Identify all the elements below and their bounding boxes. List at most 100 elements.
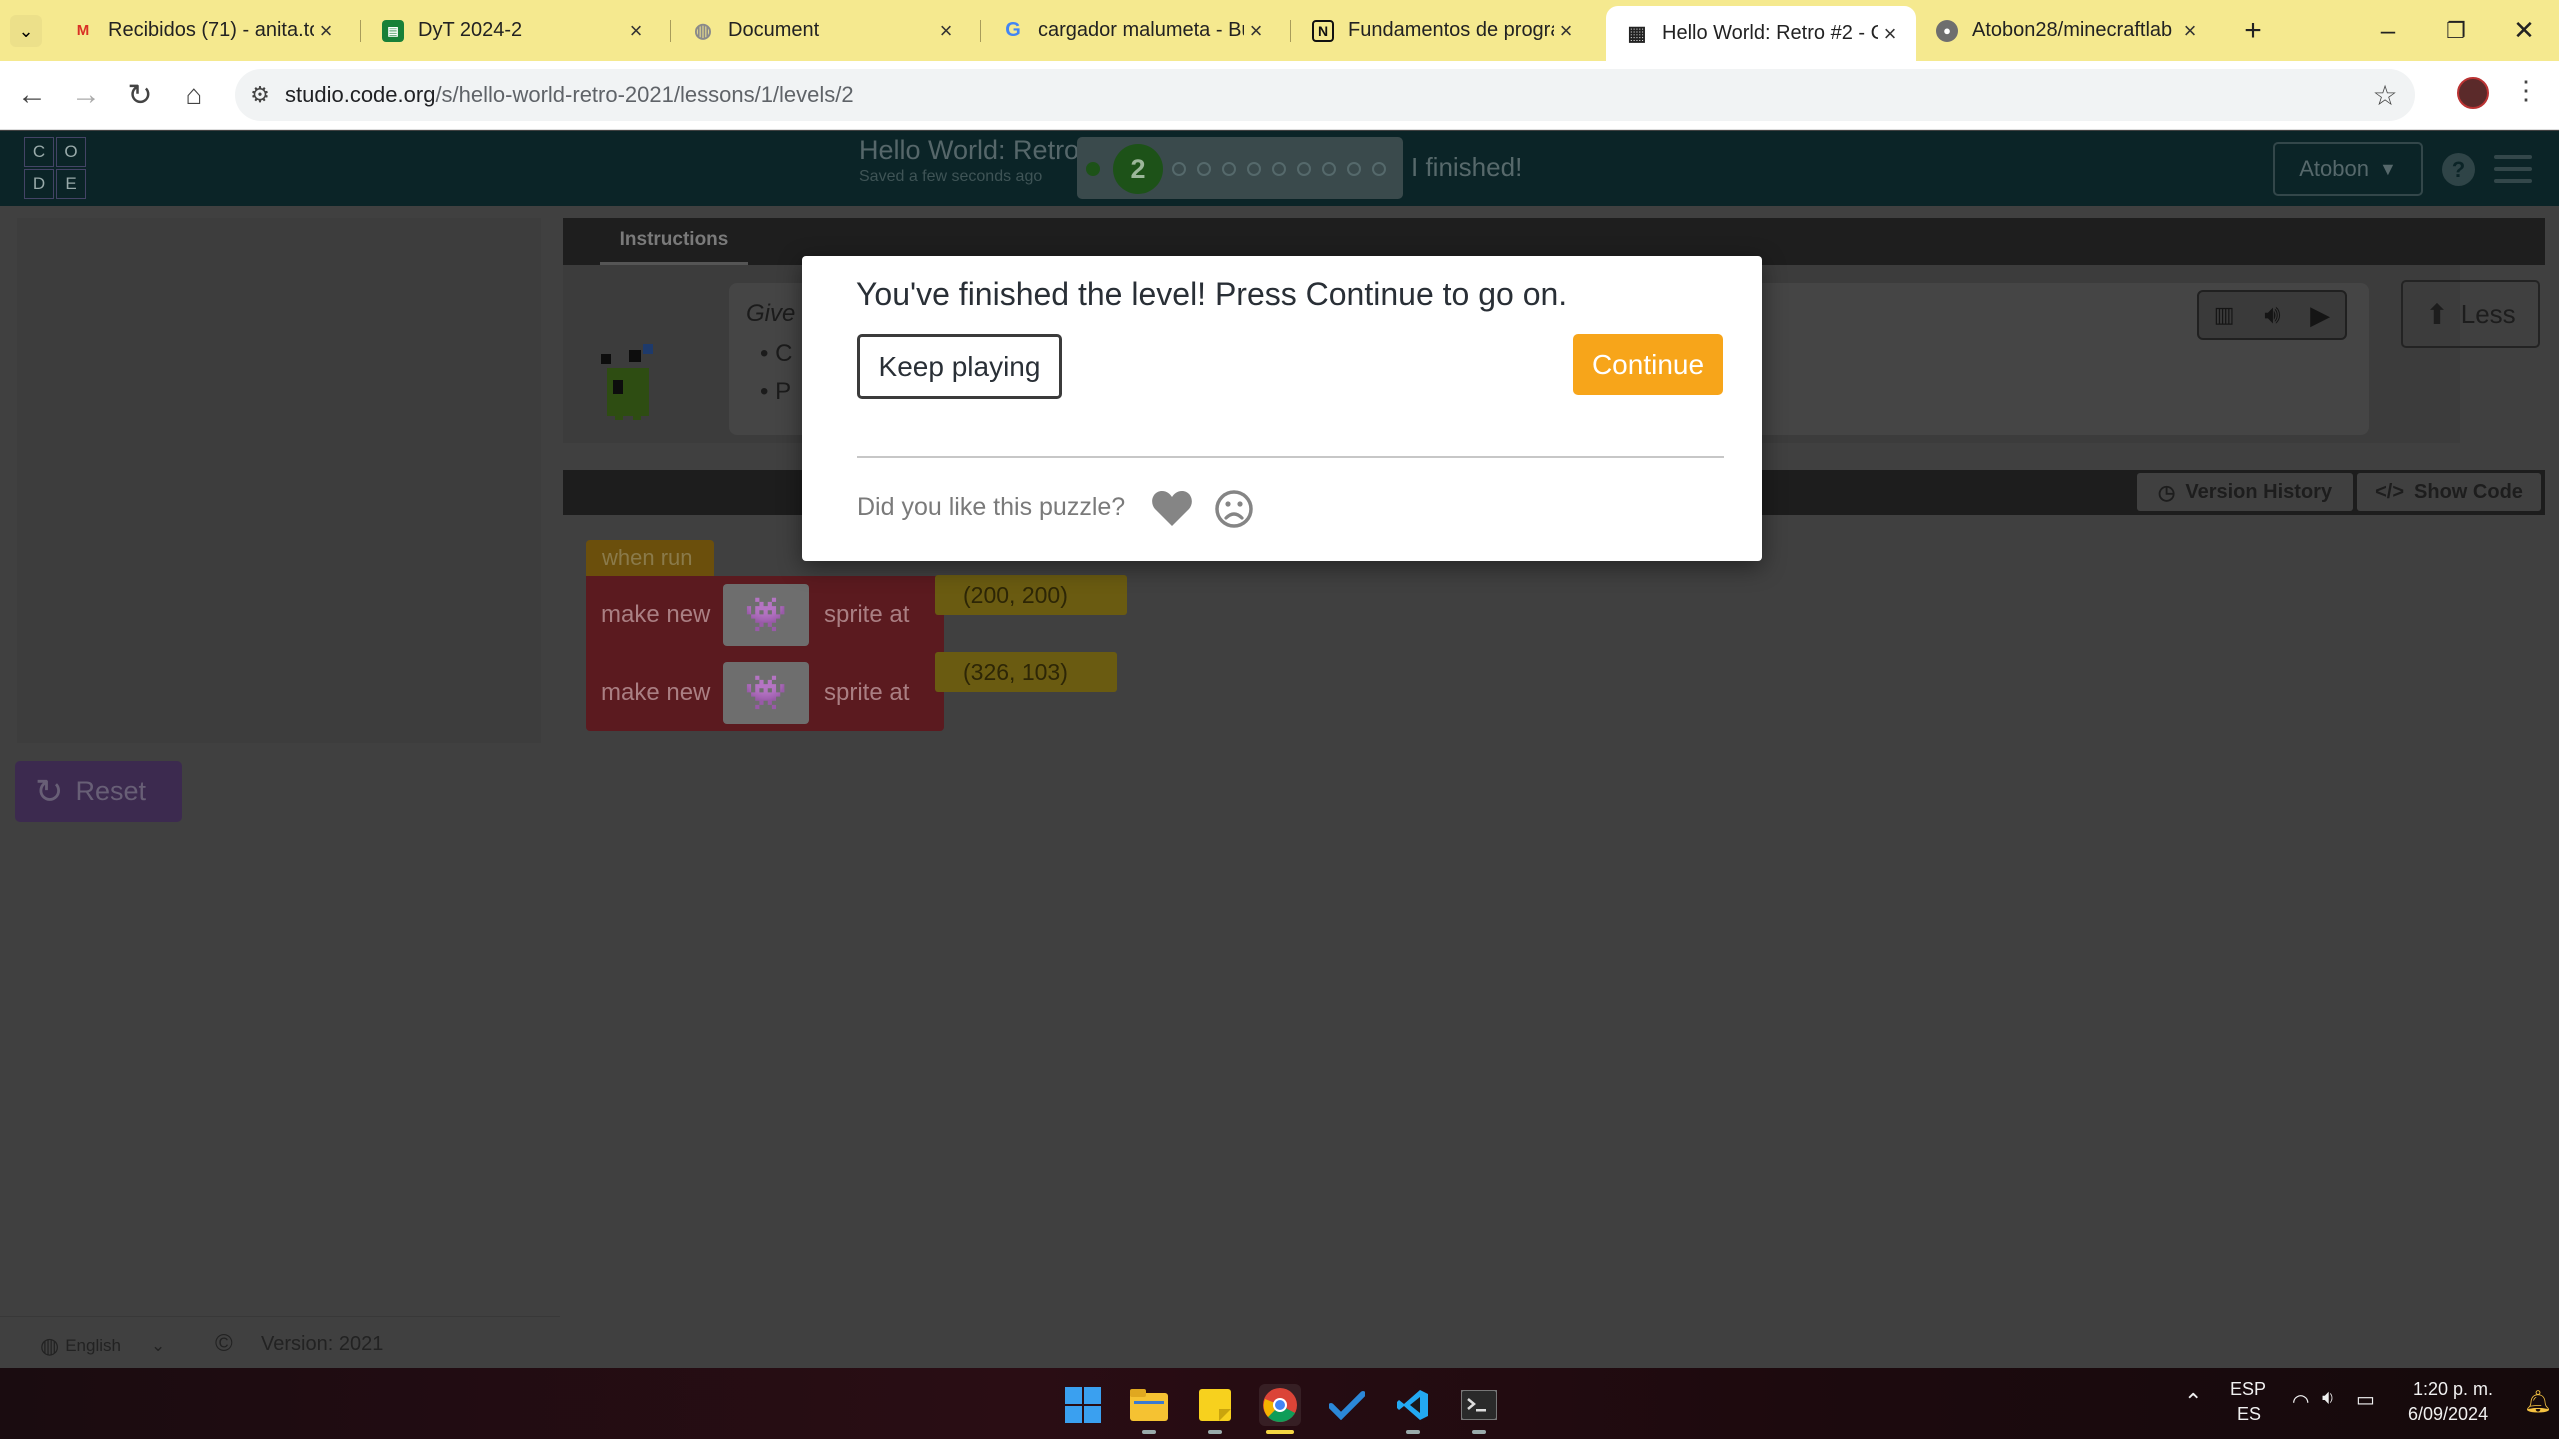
level-dot[interactable]: [1247, 162, 1261, 176]
code-org-icon: ▦: [1627, 23, 1647, 45]
address-bar[interactable]: ⚙ studio.code.org/s/hello-world-retro-20…: [235, 69, 2415, 121]
url-text[interactable]: studio.code.org/s/hello-world-retro-2021…: [285, 82, 2355, 108]
home-button[interactable]: ⌂: [174, 75, 214, 115]
level-dot[interactable]: [1172, 162, 1186, 176]
saved-status: Saved a few seconds ago: [859, 168, 1043, 185]
code-org-logo[interactable]: C O D E: [24, 137, 86, 199]
profile-avatar[interactable]: [2457, 77, 2489, 109]
speaker-icon[interactable]: 🔊︎: [2264, 299, 2280, 331]
reset-icon: ↻: [35, 772, 64, 811]
tab-separator: [980, 20, 981, 42]
level-dot[interactable]: [1222, 162, 1236, 176]
less-button[interactable]: ⬆ Less: [2401, 280, 2540, 348]
battery-icon[interactable]: ▭: [2356, 1387, 2375, 1412]
level-dot[interactable]: [1297, 162, 1311, 176]
reload-icon: ↻: [127, 78, 153, 112]
tab-separator: [670, 20, 671, 42]
terminal-icon[interactable]: [1458, 1384, 1500, 1426]
heart-icon[interactable]: [1150, 488, 1194, 528]
bookmark-star-icon[interactable]: ☆: [2355, 79, 2415, 112]
tray-overflow-chevron-icon[interactable]: ⌃: [2184, 1389, 2202, 1415]
new-tab-button[interactable]: +: [2220, 0, 2286, 61]
game-canvas-area[interactable]: [17, 218, 541, 743]
language-label: English: [65, 1336, 121, 1355]
level-dot[interactable]: [1372, 162, 1386, 176]
browser-tab[interactable]: ◍ Document ×: [672, 6, 972, 55]
close-tab-icon[interactable]: ×: [314, 18, 338, 44]
globe-icon: ◍: [40, 1333, 60, 1358]
browser-tab[interactable]: G cargador malumeta - Bus ×: [982, 6, 1282, 55]
coordinate-input[interactable]: (326, 103): [935, 652, 1117, 692]
level-dot[interactable]: [1272, 162, 1286, 176]
github-icon: ●: [1936, 19, 1958, 42]
chevron-down-icon: ⌄: [18, 20, 34, 41]
chrome-icon[interactable]: [1259, 1384, 1301, 1426]
chevron-up-circle-icon: ⬆: [2425, 298, 2449, 330]
vscode-icon[interactable]: [1392, 1384, 1434, 1426]
current-level-bubble[interactable]: 2: [1113, 144, 1163, 194]
user-menu-button[interactable]: Atobon ▼: [2273, 142, 2423, 196]
version-history-button[interactable]: ◷ Version History: [2137, 473, 2353, 511]
close-window-button[interactable]: ✕: [2490, 0, 2558, 61]
browser-menu-icon[interactable]: ⋮: [2513, 75, 2539, 106]
lesson-title[interactable]: Hello World: Retro: [859, 135, 1079, 166]
tab-title: cargador malumeta - Bus: [1038, 19, 1244, 41]
hamburger-menu-icon[interactable]: [2494, 155, 2532, 183]
show-code-button[interactable]: </> Show Code: [2357, 473, 2541, 511]
coordinate-input[interactable]: (200, 200): [935, 575, 1127, 615]
level-dot-completed[interactable]: [1086, 162, 1100, 176]
tab-instructions[interactable]: Instructions: [600, 218, 748, 265]
vscode-logo-icon: [1397, 1390, 1428, 1420]
running-indicator: [1142, 1430, 1156, 1434]
wifi-icon[interactable]: ◠: [2292, 1389, 2309, 1414]
logo-letter: C: [24, 137, 54, 167]
windows-start-icon[interactable]: [1062, 1384, 1104, 1426]
todo-icon[interactable]: [1326, 1384, 1368, 1426]
input-language-top[interactable]: ESP: [2230, 1379, 2266, 1400]
level-dot[interactable]: [1197, 162, 1211, 176]
language-selector[interactable]: ◍ English ⌄: [40, 1330, 192, 1362]
help-icon[interactable]: ?: [2442, 153, 2475, 186]
when-run-block[interactable]: when run: [586, 540, 714, 576]
clock-date[interactable]: 6/09/2024: [2408, 1404, 2488, 1425]
sprite-dropdown[interactable]: 👾: [723, 662, 809, 724]
keep-playing-button[interactable]: Keep playing: [857, 334, 1062, 399]
level-dot[interactable]: [1347, 162, 1361, 176]
sticky-notes-icon[interactable]: [1194, 1384, 1236, 1426]
browser-tab[interactable]: ▤ DyT 2024-2 ×: [362, 6, 662, 55]
close-tab-icon[interactable]: ×: [2178, 18, 2202, 44]
clock-time[interactable]: 1:20 p. m.: [2413, 1379, 2493, 1400]
notification-bell-icon[interactable]: 🔔︎: [2524, 1389, 2552, 1415]
forward-button[interactable]: →: [66, 75, 106, 115]
close-tab-icon[interactable]: ×: [1554, 18, 1578, 44]
url-path: /s/hello-world-retro-2021/lessons/1/leve…: [435, 82, 854, 107]
finished-link[interactable]: I finished!: [1411, 152, 1522, 183]
volume-icon[interactable]: 🔉︎: [2322, 1387, 2335, 1410]
reload-button[interactable]: ↻: [120, 75, 160, 115]
tab-search-button[interactable]: ⌄: [10, 15, 42, 47]
sprite-dropdown[interactable]: 👾: [723, 584, 809, 646]
close-tab-icon[interactable]: ×: [624, 18, 648, 44]
site-info-icon[interactable]: ⚙: [235, 82, 285, 108]
play-icon[interactable]: ▶: [2310, 300, 2330, 331]
user-name: Atobon: [2299, 156, 2369, 181]
close-tab-icon[interactable]: ×: [1244, 18, 1268, 44]
level-dot[interactable]: [1322, 162, 1336, 176]
copyright-icon[interactable]: ©: [215, 1330, 245, 1360]
browser-tab[interactable]: N Fundamentos de progran ×: [1292, 6, 1592, 55]
back-button[interactable]: ←: [12, 75, 52, 115]
browser-tab-active[interactable]: ▦ Hello World: Retro #2 - C ×: [1606, 6, 1916, 61]
restore-button[interactable]: ❐: [2422, 0, 2490, 61]
minimize-button[interactable]: –: [2354, 0, 2422, 61]
frown-face-icon[interactable]: [1214, 489, 1254, 529]
tab-title: Hello World: Retro #2 - C: [1662, 22, 1878, 44]
input-language-bottom[interactable]: ES: [2237, 1404, 2261, 1425]
close-tab-icon[interactable]: ×: [934, 18, 958, 44]
text-mode-icon[interactable]: ▥: [2214, 302, 2235, 328]
browser-tab[interactable]: M Recibidos (71) - anita.tob ×: [52, 6, 352, 55]
close-tab-icon[interactable]: ×: [1878, 21, 1902, 47]
reset-button[interactable]: ↻ Reset: [15, 761, 182, 822]
browser-tab[interactable]: ● Atobon28/minecraftlab ×: [1916, 6, 2216, 55]
continue-button[interactable]: Continue: [1573, 334, 1723, 395]
file-explorer-icon[interactable]: [1128, 1384, 1170, 1426]
